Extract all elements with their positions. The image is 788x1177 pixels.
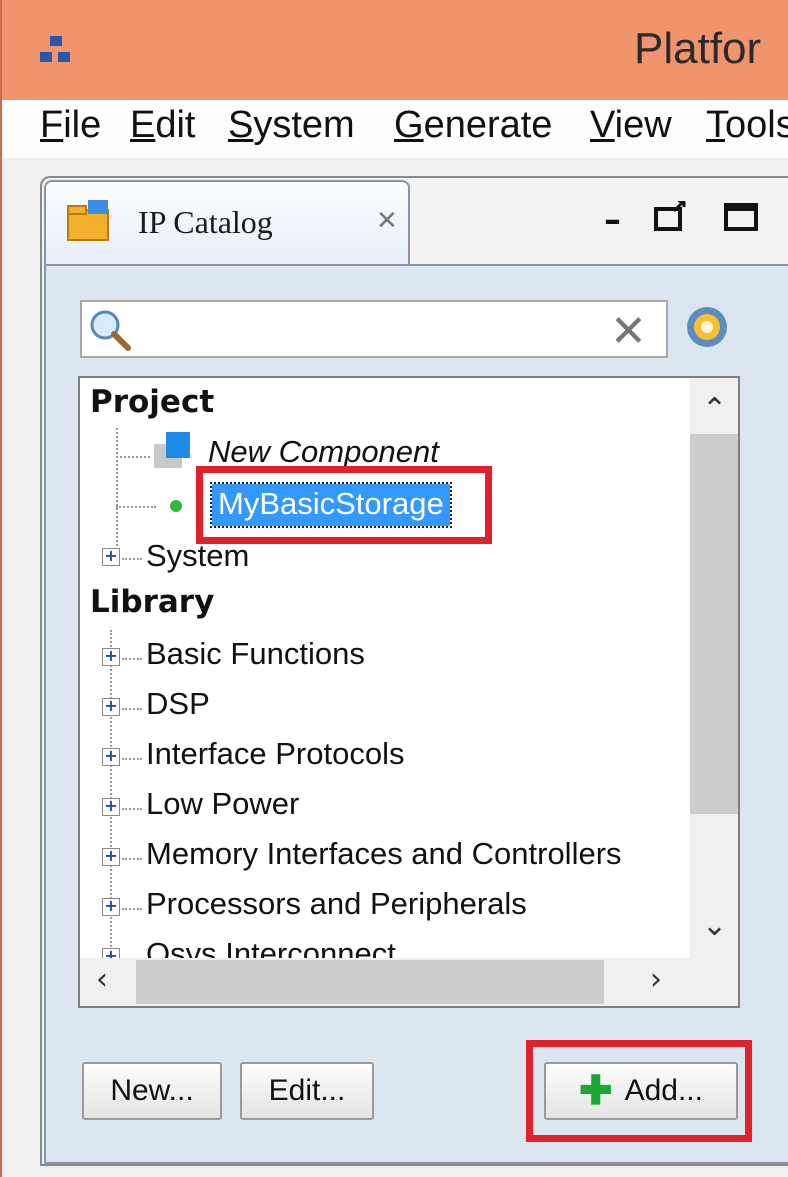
scroll-up-icon[interactable]: ⌃ xyxy=(702,392,727,427)
window-title: Platfor xyxy=(634,24,762,73)
expand-icon[interactable]: + xyxy=(102,698,120,716)
title-bar: Platfor xyxy=(0,0,788,100)
vertical-scroll-thumb[interactable] xyxy=(690,434,738,814)
status-dot-icon xyxy=(170,500,182,512)
menu-tools[interactable]: Tools xyxy=(706,104,788,147)
menu-system[interactable]: System xyxy=(228,104,355,147)
tree-item-basic-functions[interactable]: Basic Functions xyxy=(146,636,365,686)
close-icon[interactable]: ✕ xyxy=(376,206,398,236)
tree-item-processors-peripherals[interactable]: Processors and Peripherals xyxy=(146,886,527,936)
edit-button[interactable]: Edit... xyxy=(240,1062,374,1120)
gear-icon[interactable] xyxy=(676,296,738,358)
tree-item-low-power[interactable]: Low Power xyxy=(146,786,299,836)
component-icon xyxy=(154,432,190,468)
new-button[interactable]: New... xyxy=(82,1062,222,1120)
scroll-left-icon[interactable]: ‹ xyxy=(96,962,108,997)
tab-label: IP Catalog xyxy=(138,204,273,240)
expand-icon[interactable]: + xyxy=(102,898,120,916)
expand-icon[interactable]: + xyxy=(102,848,120,866)
tree-header-library: Library xyxy=(90,584,215,620)
tree-item-interface-protocols[interactable]: Interface Protocols xyxy=(146,736,404,786)
expand-icon[interactable]: + xyxy=(102,648,120,666)
clear-search-icon[interactable]: ✕ xyxy=(610,306,647,357)
tab-ip-catalog[interactable]: IP Catalog ✕ xyxy=(44,180,410,266)
menu-view[interactable]: View xyxy=(590,104,672,147)
highlight-add-button xyxy=(526,1040,752,1142)
app-icon xyxy=(40,36,74,66)
detach-icon[interactable] xyxy=(654,199,688,240)
expand-icon[interactable]: + xyxy=(102,548,120,566)
search-icon xyxy=(90,310,131,351)
highlight-mybasicstorage xyxy=(196,466,492,544)
expand-icon[interactable]: + xyxy=(102,748,120,766)
search-input[interactable] xyxy=(134,308,594,350)
expand-icon[interactable]: + xyxy=(102,798,120,816)
menu-file[interactable]: File xyxy=(40,104,101,147)
scroll-down-icon[interactable]: ⌄ xyxy=(702,908,727,943)
maximize-icon[interactable] xyxy=(724,200,758,240)
menu-bar: File Edit System Generate View Tools xyxy=(0,100,788,158)
tree-item-memory-interfaces[interactable]: Memory Interfaces and Controllers xyxy=(146,836,622,886)
folder-icon xyxy=(67,200,109,241)
tree-item-dsp[interactable]: DSP xyxy=(146,686,210,736)
tree-header-project: Project xyxy=(90,384,215,420)
search-box: ✕ xyxy=(80,300,668,358)
ip-tree: Project New Component MyBasicStorage + S… xyxy=(78,376,740,1008)
scroll-right-icon[interactable]: › xyxy=(650,962,662,997)
menu-generate[interactable]: Generate xyxy=(394,104,552,147)
horizontal-scroll-thumb[interactable] xyxy=(136,960,604,1004)
tree-item-system[interactable]: System xyxy=(146,538,249,588)
minimize-icon[interactable]: – xyxy=(604,200,621,240)
menu-edit[interactable]: Edit xyxy=(130,104,196,147)
